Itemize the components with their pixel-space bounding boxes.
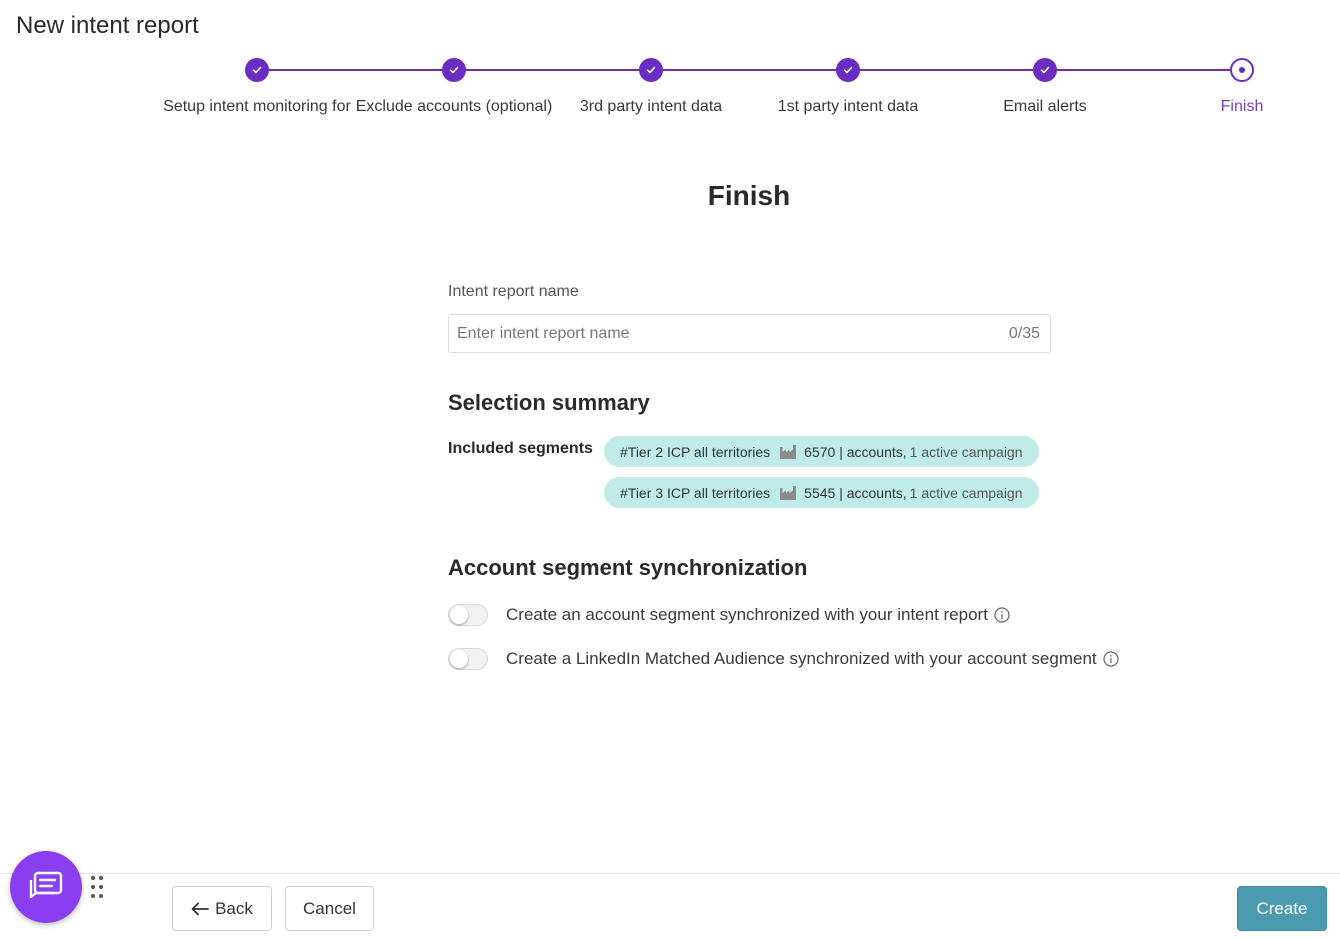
check-icon [1033, 58, 1057, 82]
back-button[interactable]: Back [172, 886, 272, 931]
step-label: Email alerts [1003, 98, 1087, 115]
step-email-alerts[interactable]: Email alerts [945, 58, 1145, 119]
stepper: Setup intent monitoring for Exclude acco… [0, 58, 1340, 158]
cancel-label: Cancel [303, 898, 356, 918]
segment-stats: 6570 | accounts, [804, 443, 907, 460]
report-name-input[interactable] [449, 315, 1050, 352]
step-1st-party[interactable]: 1st party intent data [748, 58, 948, 119]
step-label: 1st party intent data [777, 98, 919, 115]
segment-name: #Tier 3 ICP all territories [620, 484, 771, 501]
report-name-label: Intent report name [448, 283, 579, 300]
step-exclude-accounts[interactable]: Exclude accounts (optional) [354, 58, 554, 119]
toggle-label: Create an account segment synchronized w… [506, 605, 988, 624]
sync-option-account-segment: Create an account segment synchronized w… [448, 604, 1010, 626]
step-setup[interactable]: Setup intent monitoring for [157, 58, 357, 119]
step-label: 3rd party intent data [579, 98, 723, 115]
segment-chip[interactable]: #Tier 3 ICP all territories 5545 | accou… [604, 477, 1039, 508]
arrow-left-icon [191, 902, 209, 916]
chat-button[interactable] [10, 851, 82, 923]
included-segments-label: Included segments [448, 440, 593, 457]
segment-stats: 5545 | accounts, [804, 484, 907, 501]
chat-icon [28, 870, 64, 904]
step-label: Exclude accounts (optional) [355, 98, 553, 115]
cancel-button[interactable]: Cancel [285, 886, 374, 931]
sync-heading: Account segment synchronization [448, 555, 808, 580]
toggle-label: Create a LinkedIn Matched Audience synch… [506, 649, 1097, 668]
industry-icon [780, 485, 797, 500]
char-counter: 0/35 [1008, 325, 1040, 342]
segment-chip[interactable]: #Tier 2 ICP all territories 6570 | accou… [604, 436, 1039, 467]
check-icon [245, 58, 269, 82]
current-step-icon [1230, 58, 1254, 82]
segment-campaigns: 1 active campaign [909, 443, 1023, 460]
step-label: Setup intent monitoring for [163, 98, 351, 115]
segment-name: #Tier 2 ICP all territories [620, 443, 771, 460]
back-label: Back [215, 898, 253, 918]
create-button[interactable]: Create [1237, 886, 1327, 931]
report-name-field: 0/35 [448, 314, 1051, 353]
check-icon [442, 58, 466, 82]
selection-summary-heading: Selection summary [448, 390, 650, 415]
industry-icon [780, 444, 797, 459]
linkedin-audience-toggle[interactable] [448, 648, 488, 670]
step-3rd-party[interactable]: 3rd party intent data [551, 58, 751, 119]
section-heading: Finish [707, 180, 791, 211]
account-segment-toggle[interactable] [448, 604, 488, 626]
info-icon[interactable] [994, 607, 1010, 623]
create-label: Create [1256, 898, 1308, 918]
check-icon [639, 58, 663, 82]
page-title: New intent report [16, 12, 199, 39]
step-label: Finish [1220, 98, 1264, 115]
info-icon[interactable] [1103, 651, 1119, 667]
drag-handle-icon[interactable] [90, 876, 104, 900]
sync-option-linkedin-audience: Create a LinkedIn Matched Audience synch… [448, 648, 1119, 670]
step-finish[interactable]: Finish [1142, 58, 1340, 119]
check-icon [836, 58, 860, 82]
segment-campaigns: 1 active campaign [909, 484, 1023, 501]
